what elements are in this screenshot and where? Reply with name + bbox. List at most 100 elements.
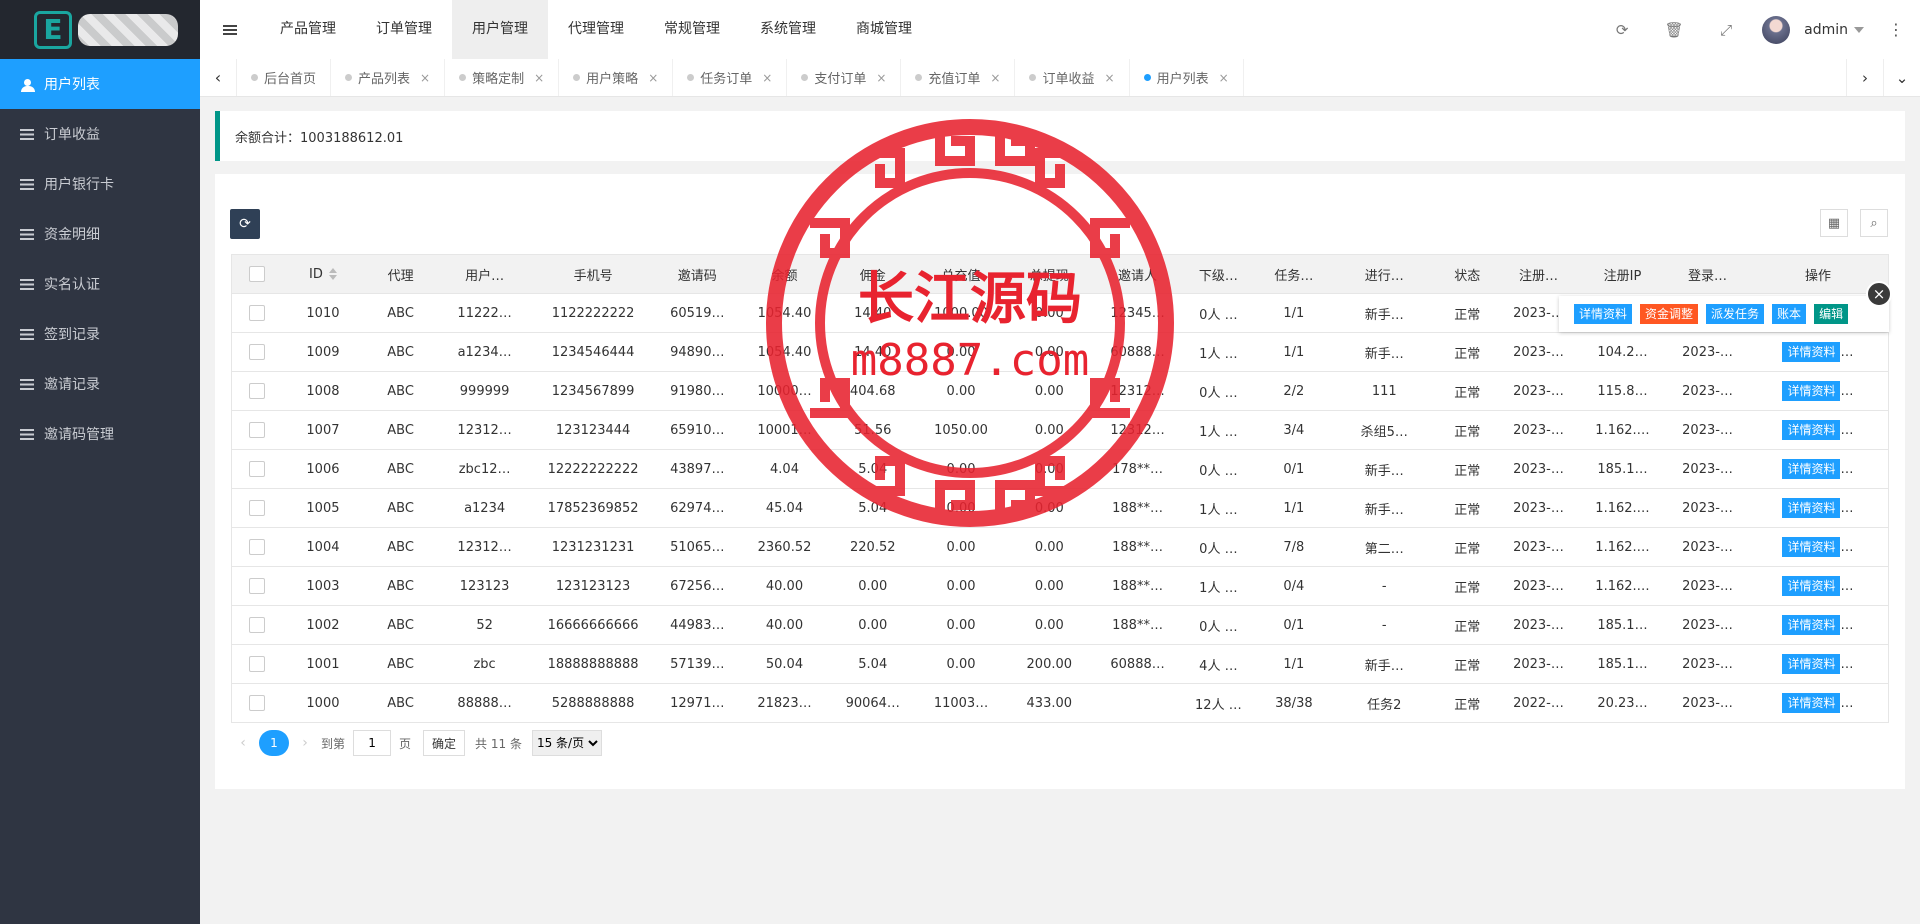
top-nav-item[interactable]: 订单管理	[356, 0, 452, 59]
tab-close-icon[interactable]: ×	[420, 71, 430, 85]
page-tab[interactable]: 用户列表 ×	[1130, 59, 1244, 96]
detail-button[interactable]: 详情资料	[1782, 381, 1841, 401]
row-checkbox[interactable]	[249, 422, 266, 438]
page-tab[interactable]: 支付订单 ×	[787, 59, 902, 96]
top-nav-item[interactable]: 用户管理	[452, 0, 548, 59]
row-checkbox[interactable]	[249, 383, 266, 399]
row-checkbox[interactable]	[249, 461, 266, 477]
goto-confirm-button[interactable]: 确定	[423, 730, 466, 756]
more-actions-ellipsis[interactable]: …	[1840, 540, 1853, 555]
more-vertical-icon[interactable]: ⋮	[1888, 20, 1904, 39]
more-actions-ellipsis[interactable]: …	[1840, 345, 1853, 360]
tab-close-icon[interactable]: ×	[1105, 71, 1115, 85]
select-all-checkbox[interactable]	[249, 266, 266, 282]
column-header[interactable]: 邀请人	[1092, 254, 1183, 294]
table-search-button[interactable]: ⌕	[1860, 209, 1888, 237]
row-checkbox[interactable]	[249, 578, 266, 594]
logo[interactable]: E	[0, 0, 200, 59]
fullscreen-icon[interactable]: ⤢	[1700, 21, 1752, 39]
sidebar-item-7[interactable]: 邀请码管理	[0, 409, 200, 459]
top-nav-item[interactable]: 系统管理	[740, 0, 836, 59]
tab-close-icon[interactable]: ×	[876, 71, 886, 85]
column-header[interactable]: 代理	[363, 254, 438, 294]
column-header[interactable]: 任务…	[1254, 254, 1334, 294]
column-header[interactable]: ID	[282, 254, 364, 294]
column-header[interactable]: 余额	[739, 254, 830, 294]
more-actions-ellipsis[interactable]: …	[1840, 657, 1853, 672]
next-page-icon[interactable]: ›	[293, 735, 317, 751]
page-tab[interactable]: 任务订单 ×	[673, 59, 788, 96]
goto-page-input[interactable]	[353, 730, 392, 756]
row-action-button[interactable]: 编辑	[1814, 304, 1849, 324]
column-header[interactable]: 进行…	[1333, 254, 1436, 294]
column-header[interactable]: 用户…	[437, 254, 532, 294]
row-checkbox[interactable]	[249, 500, 266, 516]
row-action-button[interactable]: 派发任务	[1706, 304, 1765, 324]
table-refresh-button[interactable]: ⟳	[230, 209, 260, 239]
column-header[interactable]: 下级…	[1182, 254, 1255, 294]
sidebar-item-4[interactable]: 实名认证	[0, 259, 200, 309]
top-nav-item[interactable]: 商城管理	[836, 0, 932, 59]
caret-down-icon[interactable]	[1854, 26, 1864, 33]
page-tab[interactable]: 产品列表 ×	[331, 59, 446, 96]
page-tab[interactable]: 后台首页	[237, 59, 332, 96]
detail-button[interactable]: 详情资料	[1782, 576, 1841, 596]
row-action-button[interactable]: 账本	[1772, 304, 1807, 324]
column-header[interactable]: 总提现	[1005, 254, 1093, 294]
user-name[interactable]: admin	[1804, 22, 1848, 38]
top-nav-item[interactable]: 产品管理	[260, 0, 356, 59]
tab-close-icon[interactable]: ×	[1219, 71, 1229, 85]
more-actions-ellipsis[interactable]: …	[1840, 462, 1853, 477]
column-filter-button[interactable]: ▦	[1820, 209, 1848, 237]
page-tab[interactable]: 充值订单 ×	[901, 59, 1016, 96]
row-checkbox[interactable]	[249, 617, 266, 633]
column-header[interactable]: 状态	[1435, 254, 1500, 294]
detail-button[interactable]: 详情资料	[1782, 420, 1841, 440]
top-nav-item[interactable]: 常规管理	[644, 0, 740, 59]
row-checkbox[interactable]	[249, 305, 266, 321]
detail-button[interactable]: 详情资料	[1782, 654, 1841, 674]
sidebar-item-1[interactable]: 订单收益	[0, 109, 200, 159]
avatar[interactable]	[1762, 15, 1791, 44]
column-header[interactable]: 注册…	[1499, 254, 1578, 294]
close-icon[interactable]: ×	[1866, 281, 1892, 307]
sidebar-item-0[interactable]: 用户列表	[0, 59, 200, 109]
refresh-icon[interactable]: ⟳	[1596, 21, 1648, 39]
column-header[interactable]: 注册IP	[1577, 254, 1668, 294]
tabs-menu-chevron-icon[interactable]: ⌄	[1883, 59, 1920, 96]
tab-close-icon[interactable]: ×	[534, 71, 544, 85]
more-actions-ellipsis[interactable]: …	[1840, 423, 1853, 438]
current-page[interactable]: 1	[259, 730, 289, 756]
sidebar-item-2[interactable]: 用户银行卡	[0, 159, 200, 209]
row-action-button[interactable]: 资金调整	[1640, 304, 1699, 324]
tab-close-icon[interactable]: ×	[648, 71, 658, 85]
row-checkbox[interactable]	[249, 539, 266, 555]
detail-button[interactable]: 详情资料	[1782, 615, 1841, 635]
row-checkbox[interactable]	[249, 656, 266, 672]
tab-close-icon[interactable]: ×	[762, 71, 772, 85]
sidebar-item-3[interactable]: 资金明细	[0, 209, 200, 259]
column-header[interactable]: 邀请码	[654, 254, 740, 294]
menu-toggle-button[interactable]	[200, 0, 260, 59]
detail-button[interactable]: 详情资料	[1782, 537, 1841, 557]
more-actions-ellipsis[interactable]: …	[1840, 579, 1853, 594]
sidebar-item-6[interactable]: 邀请记录	[0, 359, 200, 409]
more-actions-ellipsis[interactable]: …	[1840, 384, 1853, 399]
detail-button[interactable]: 详情资料	[1782, 459, 1841, 479]
page-tab[interactable]: 订单收益 ×	[1015, 59, 1130, 96]
column-header[interactable]: 总充值	[916, 254, 1006, 294]
sidebar-item-5[interactable]: 签到记录	[0, 309, 200, 359]
sort-icon[interactable]	[328, 268, 337, 280]
detail-button[interactable]: 详情资料	[1782, 498, 1841, 518]
trash-icon[interactable]: 🗑	[1648, 21, 1700, 39]
row-checkbox[interactable]	[249, 344, 266, 360]
column-header[interactable]: 登录…	[1667, 254, 1748, 294]
column-header[interactable]: 佣金	[829, 254, 917, 294]
tab-close-icon[interactable]: ×	[990, 71, 1000, 85]
more-actions-ellipsis[interactable]: …	[1840, 501, 1853, 516]
more-actions-ellipsis[interactable]: …	[1840, 618, 1853, 633]
detail-button[interactable]: 详情资料	[1782, 693, 1841, 713]
page-tab[interactable]: 策略定制 ×	[445, 59, 560, 96]
page-size-select[interactable]: 15 条/页	[531, 730, 602, 756]
row-checkbox[interactable]	[249, 695, 266, 711]
